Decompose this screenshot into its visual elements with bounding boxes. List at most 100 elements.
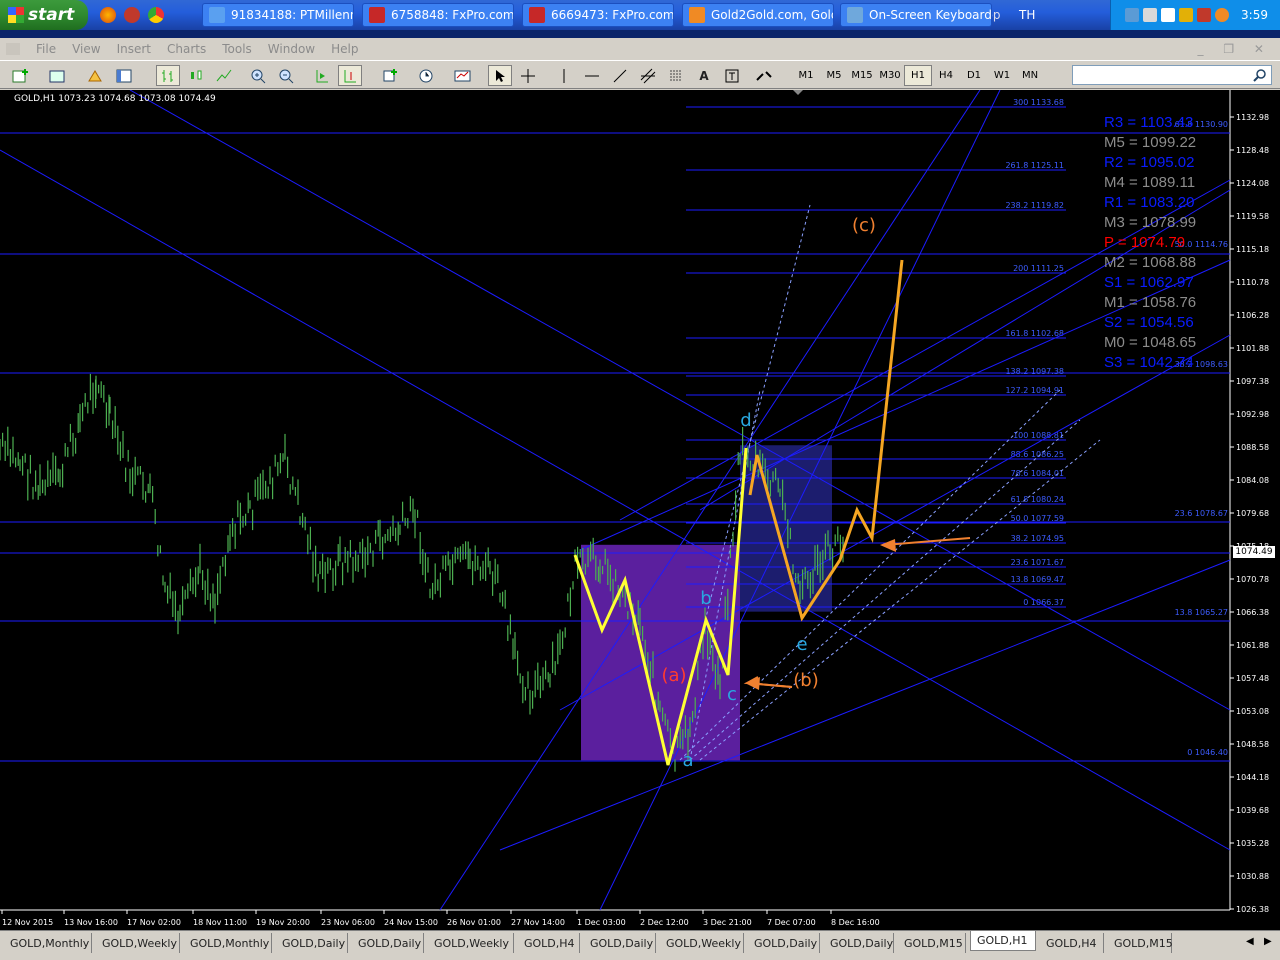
app-menu-icon[interactable] (6, 43, 20, 55)
tab-scroll-left-icon[interactable]: ◀ (1246, 936, 1254, 947)
firefox-icon[interactable] (100, 7, 116, 23)
fibo-level-label: 238.2 1119.82 (1005, 201, 1064, 210)
crosshair-icon[interactable] (516, 65, 540, 86)
taskbar-item[interactable]: On-Screen Keyboard (840, 3, 992, 27)
clock[interactable]: 3:59 (1241, 8, 1268, 22)
chart-tab[interactable]: GOLD,M15 (898, 933, 966, 953)
timeframe-mn[interactable]: MN (1016, 65, 1044, 86)
timeframe-h1[interactable]: H1 (904, 65, 932, 86)
menu-file[interactable]: File (36, 42, 56, 56)
channel-icon[interactable] (636, 65, 660, 86)
price-axis-label: 1092.98 (1236, 410, 1269, 419)
taskbar-item[interactable]: 6758848: FxPro.com-... (362, 3, 514, 27)
firefox-tray-icon[interactable] (1215, 8, 1230, 22)
menu-view[interactable]: View (72, 42, 100, 56)
chart-tab[interactable]: GOLD,Daily (584, 933, 656, 953)
horizontal-line-icon[interactable] (580, 65, 604, 86)
monitor-icon[interactable] (1143, 8, 1158, 22)
menu-help[interactable]: Help (331, 42, 358, 56)
antivirus-icon[interactable] (1197, 8, 1212, 22)
timeframe-w1[interactable]: W1 (988, 65, 1016, 86)
indicators-icon[interactable] (376, 65, 406, 86)
timeframe-h4[interactable]: H4 (932, 65, 960, 86)
taskbar-item[interactable]: 6669473: FxPro.com-... (522, 3, 674, 27)
text-label-icon[interactable] (720, 65, 744, 86)
periods-icon[interactable] (412, 65, 442, 86)
price-axis-label: 1035.28 (1236, 839, 1269, 848)
time-axis-label: 8 Dec 16:00 (831, 918, 880, 927)
price-axis-label: 1132.98 (1236, 113, 1269, 122)
language-indicator[interactable]: TH (1019, 8, 1035, 22)
tray-app-icon[interactable] (1179, 8, 1194, 22)
timeframe-m1[interactable]: M1 (792, 65, 820, 86)
chart-tab[interactable]: GOLD,H4 (1040, 933, 1104, 953)
auto-scroll-icon[interactable] (310, 65, 334, 86)
fibo-level-label: 78.6 1084.01 (1011, 469, 1064, 478)
window-controls[interactable]: _ ❐ ✕ (1198, 42, 1272, 56)
taskbar-item-label: 6758848: FxPro.com-... (391, 8, 514, 22)
pivot-level-label: M5 = 1099.22 (1104, 134, 1196, 151)
zoom-out-icon[interactable] (274, 65, 298, 86)
arrows-icon[interactable] (750, 65, 780, 86)
vertical-line-icon[interactable] (552, 65, 576, 86)
chart-tab[interactable]: GOLD,Daily (748, 933, 820, 953)
market-watch-icon[interactable] (84, 65, 108, 86)
search-input[interactable] (1072, 65, 1272, 85)
chart-tab[interactable]: GOLD,Monthly (184, 933, 272, 953)
chart-shift-icon[interactable] (338, 65, 362, 86)
timeframe-d1[interactable]: D1 (960, 65, 988, 86)
pivot-level-label: S2 = 1054.56 (1104, 314, 1194, 331)
menu-tools[interactable]: Tools (222, 42, 252, 56)
chart-tab[interactable]: GOLD,Daily (352, 933, 424, 953)
menu-charts[interactable]: Charts (167, 42, 206, 56)
price-axis-label: 1061.88 (1236, 641, 1269, 650)
price-axis-label: 1084.08 (1236, 476, 1269, 485)
time-axis-label: 12 Nov 2015 (2, 918, 53, 927)
tab-scroll-right-icon[interactable]: ▶ (1264, 936, 1272, 947)
flash-icon[interactable] (124, 7, 140, 23)
network-icon[interactable] (1125, 8, 1140, 22)
volume-icon[interactable] (1161, 8, 1176, 22)
price-axis-label: 1088.58 (1236, 443, 1269, 452)
taskbar-item[interactable]: 91834188: PTMillenni... (202, 3, 354, 27)
chart-tab[interactable]: GOLD,Daily (276, 933, 348, 953)
menu-window[interactable]: Window (268, 42, 315, 56)
timeframe-m5[interactable]: M5 (820, 65, 848, 86)
profiles-button[interactable] (42, 65, 72, 86)
pivot-level-label: M3 = 1078.99 (1104, 214, 1196, 231)
text-tool-icon[interactable]: A (692, 65, 716, 86)
line-chart-button[interactable] (212, 65, 236, 86)
chrome-icon[interactable] (148, 7, 164, 23)
fibonacci-icon[interactable] (664, 65, 688, 86)
cursor-icon[interactable] (488, 65, 512, 86)
chart-tab[interactable]: GOLD,Weekly (660, 933, 744, 953)
chart-tab[interactable]: GOLD,Monthly (4, 933, 92, 953)
taskbar-item[interactable]: Gold2Gold.com, Gold ... (682, 3, 834, 27)
new-chart-button[interactable] (6, 65, 36, 86)
timeframe-m15[interactable]: M15 (848, 65, 876, 86)
chart-tab[interactable]: GOLD,M15 (1108, 933, 1173, 953)
search-icon[interactable] (1253, 69, 1267, 83)
chart-tab[interactable]: GOLD,Weekly (96, 933, 180, 953)
chart-tab[interactable]: GOLD,Daily (824, 933, 894, 953)
navigator-icon[interactable] (112, 65, 136, 86)
gold-h1-chart[interactable]: 300 1133.68 261.8 1125.11 238.2 1119.82 200… (0, 90, 1280, 930)
fibo-far-label: 0 1046.40 (1187, 748, 1228, 757)
time-axis-label: 17 Nov 02:00 (127, 918, 181, 927)
wave-label-e: e (796, 634, 807, 655)
start-button[interactable]: start (0, 0, 88, 30)
window-titlebar[interactable] (0, 30, 1280, 38)
bar-chart-button[interactable] (156, 65, 180, 86)
timeframe-m30[interactable]: M30 (876, 65, 904, 86)
zoom-in-icon[interactable] (246, 65, 270, 86)
chart-tab[interactable]: GOLD,H4 (518, 933, 580, 953)
candlestick-chart-button[interactable] (184, 65, 208, 86)
trendline-icon[interactable] (608, 65, 632, 86)
templates-icon[interactable] (448, 65, 478, 86)
chart-tab[interactable]: GOLD,H1 (970, 931, 1036, 951)
toolbar: A M1 M5 M15 M30 H1 H4 D1 W1 MN (0, 60, 1280, 89)
app-icon (529, 7, 545, 23)
chart-tab[interactable]: GOLD,Weekly (428, 933, 514, 953)
chart-symbol-info: GOLD,H1 1073.23 1074.68 1073.08 1074.49 (14, 94, 216, 104)
menu-insert[interactable]: Insert (117, 42, 151, 56)
